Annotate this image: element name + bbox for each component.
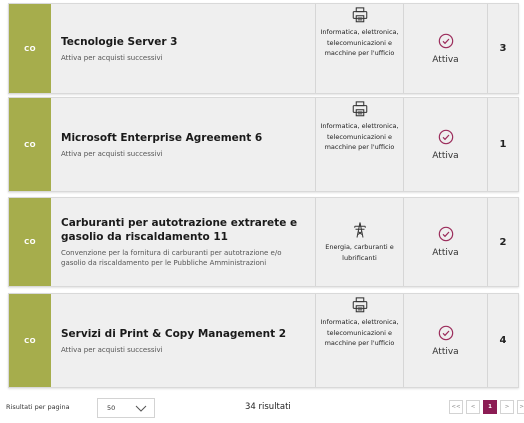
result-card[interactable]: CO Servizi di Print & Copy Management 2 … <box>8 293 519 388</box>
count-value: 1 <box>499 139 507 150</box>
status-label: Attiva <box>432 248 459 258</box>
per-page-label: Risultati per pagina <box>6 403 70 411</box>
printer-icon <box>352 7 367 23</box>
count-value: 4 <box>499 335 507 346</box>
category-label: Informatica, elettronica, telecomunicazi… <box>320 318 399 347</box>
category-cell: Informatica, elettronica, telecomunicazi… <box>316 294 404 387</box>
status-label: Attiva <box>432 346 459 357</box>
check-circle-icon <box>438 325 453 340</box>
card-main: Carburanti per autotrazione extrarete e … <box>51 198 316 286</box>
category-cell: Energia, carburanti e lubrificanti <box>316 198 404 286</box>
count-value: 2 <box>499 236 507 248</box>
card-main: Tecnologie Server 3 Attiva per acquisti … <box>51 4 316 93</box>
type-badge: CO <box>9 198 51 286</box>
printer-icon <box>352 297 367 313</box>
count-value: 3 <box>499 43 507 54</box>
check-circle-icon <box>438 129 453 144</box>
prev-page-button[interactable]: < <box>466 400 480 414</box>
card-description: Attiva per acquisti successivi <box>61 345 163 354</box>
status-cell: Attiva <box>404 198 488 286</box>
next-page-button[interactable]: > <box>500 400 514 414</box>
type-badge: CO <box>9 294 51 387</box>
check-circle-icon <box>438 33 453 48</box>
category-label: Informatica, elettronica, telecomunicazi… <box>320 28 399 57</box>
results-count: 34 risultati <box>245 402 291 412</box>
result-card[interactable]: CO Microsoft Enterprise Agreement 6 Atti… <box>8 97 519 192</box>
status-cell: Attiva <box>404 294 488 387</box>
card-description: Attiva per acquisti successivi <box>61 149 163 158</box>
status-label: Attiva <box>432 150 459 161</box>
category-cell: Informatica, elettronica, telecomunicazi… <box>316 98 404 191</box>
check-circle-icon <box>438 226 453 242</box>
per-page-select[interactable]: 50 <box>97 398 155 418</box>
status-label: Attiva <box>432 54 459 65</box>
result-card[interactable]: CO Tecnologie Server 3 Attiva per acquis… <box>8 3 519 94</box>
card-description: Convenzione per la fornitura di carburan… <box>61 249 282 267</box>
last-page-button[interactable]: >> <box>517 400 524 414</box>
card-main: Microsoft Enterprise Agreement 6 Attiva … <box>51 98 316 191</box>
status-cell: Attiva <box>404 4 488 93</box>
card-title[interactable]: Microsoft Enterprise Agreement 6 <box>61 131 307 145</box>
result-card[interactable]: CO Carburanti per autotrazione extrarete… <box>8 197 519 287</box>
pagination: << < 1 > >> <box>449 400 524 414</box>
category-label: Energia, carburanti e lubrificanti <box>325 243 394 262</box>
category-label: Informatica, elettronica, telecomunicazi… <box>320 122 399 151</box>
type-badge: CO <box>9 4 51 93</box>
results-footer: Risultati per pagina 50 34 risultati << … <box>0 398 524 418</box>
card-title[interactable]: Servizi di Print & Copy Management 2 <box>61 327 307 341</box>
card-main: Servizi di Print & Copy Management 2 Att… <box>51 294 316 387</box>
status-cell: Attiva <box>404 98 488 191</box>
card-title[interactable]: Tecnologie Server 3 <box>61 35 307 49</box>
category-cell: Informatica, elettronica, telecomunicazi… <box>316 4 404 93</box>
printer-icon <box>352 101 367 117</box>
first-page-button[interactable]: << <box>449 400 463 414</box>
page-1-button[interactable]: 1 <box>483 400 497 414</box>
card-description: Attiva per acquisti successivi <box>61 53 163 62</box>
power-pylon-icon <box>353 222 366 238</box>
chevron-down-icon <box>135 405 147 412</box>
type-badge: CO <box>9 98 51 191</box>
card-title[interactable]: Carburanti per autotrazione extrarete e … <box>61 216 307 244</box>
per-page-value: 50 <box>107 404 116 412</box>
